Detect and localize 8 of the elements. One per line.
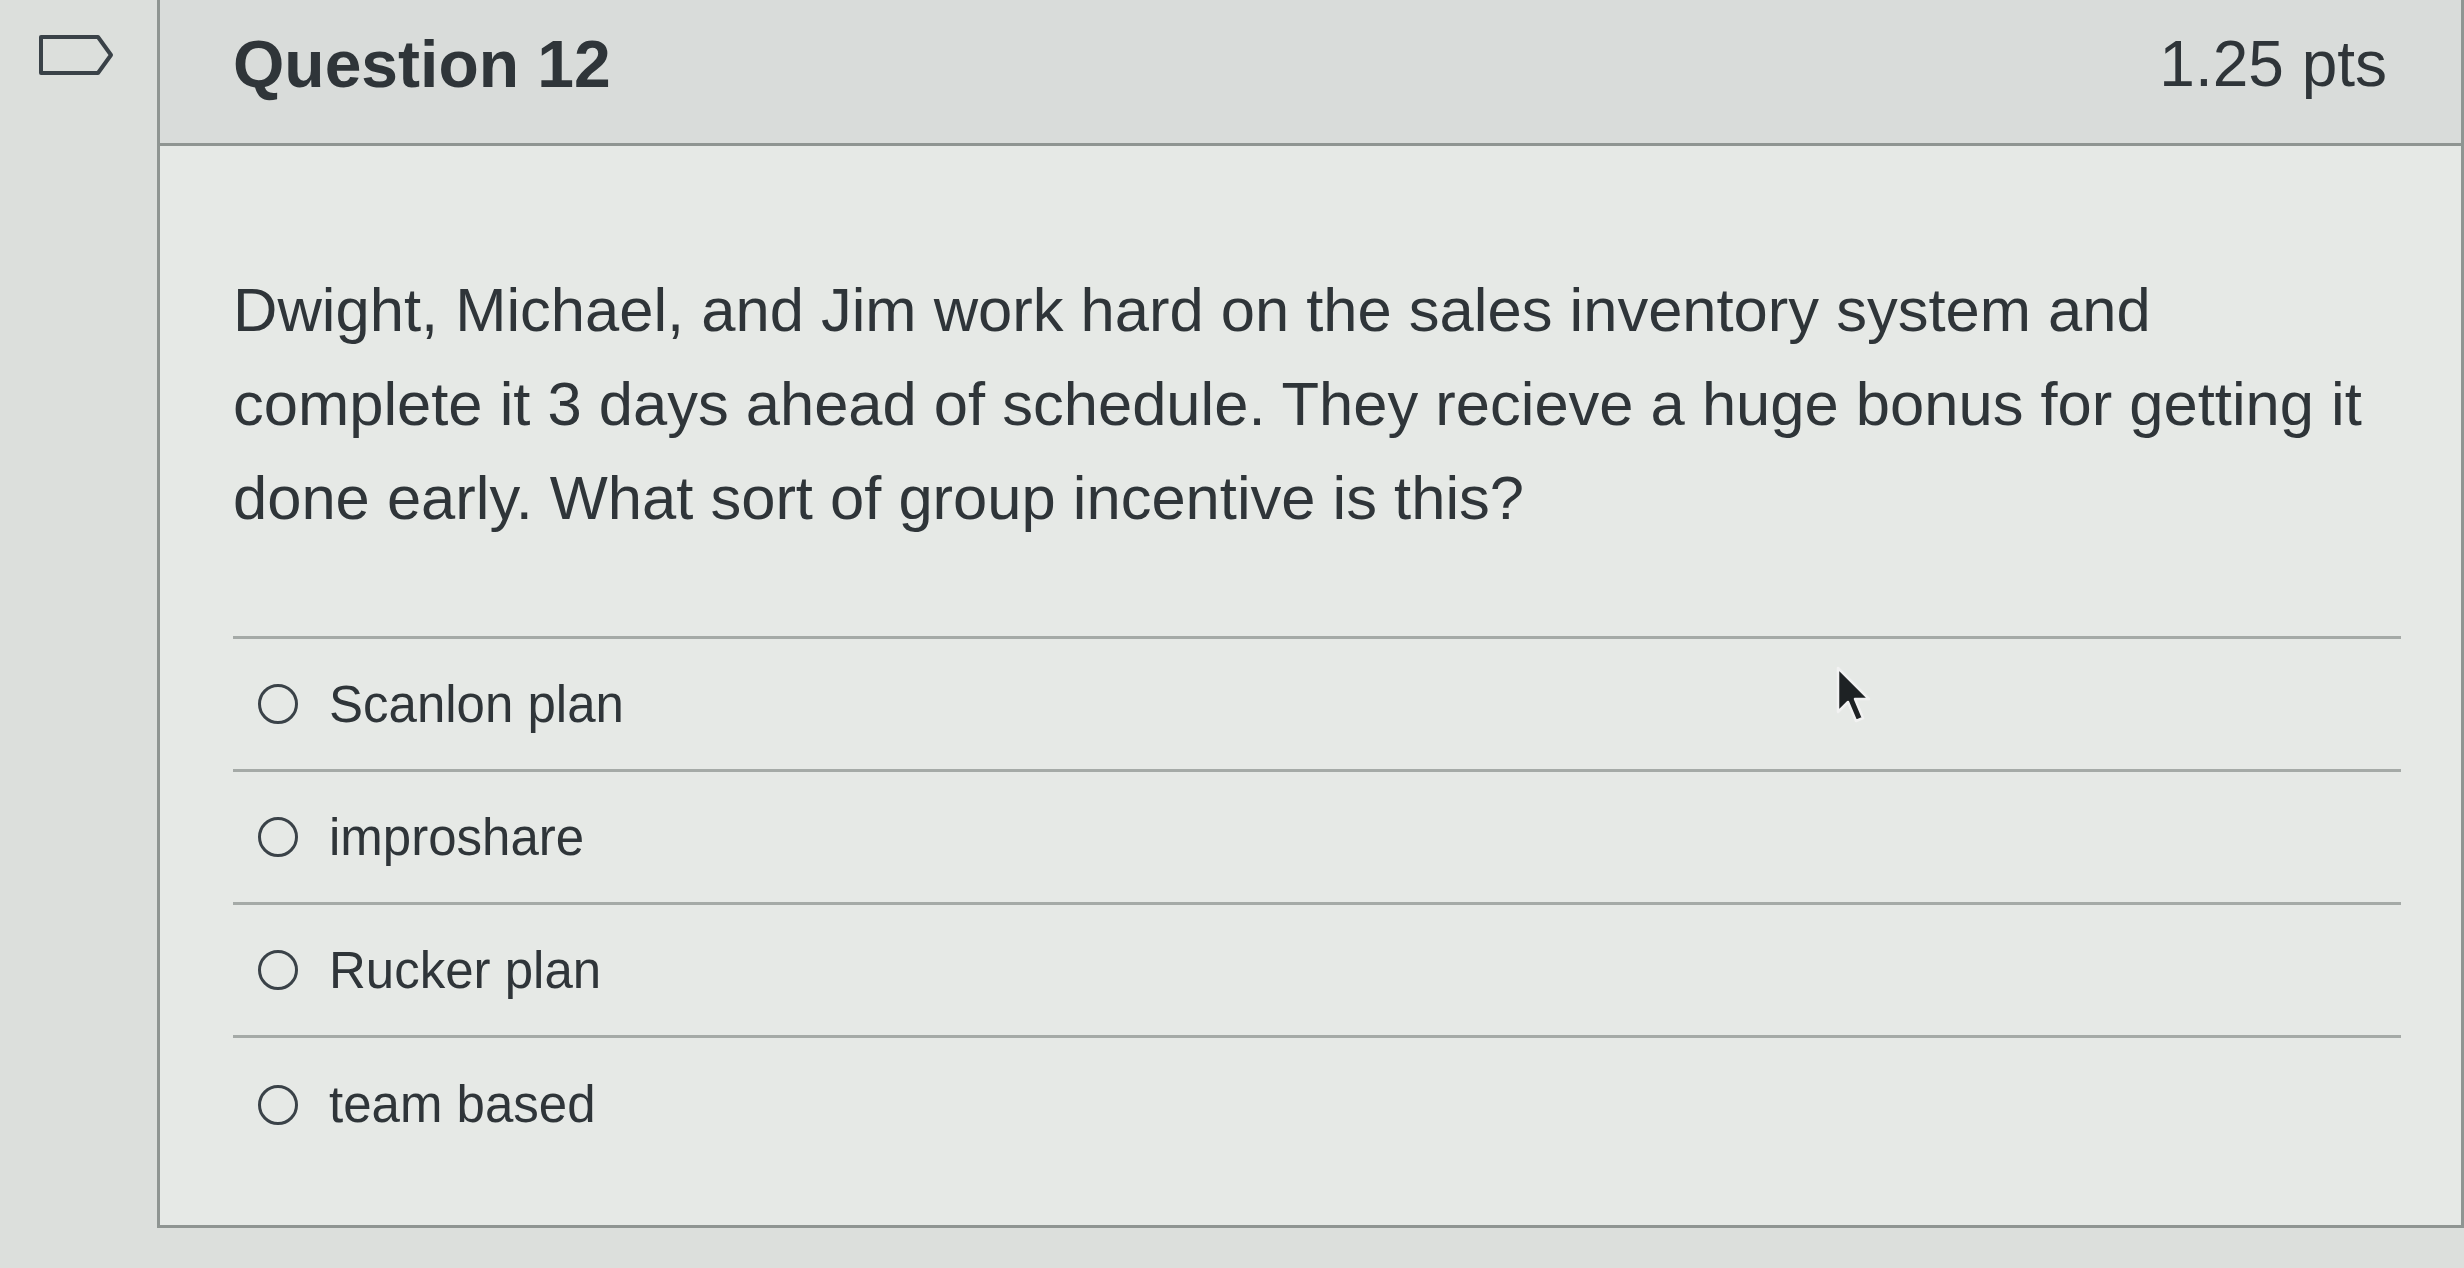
question-text: Dwight, Michael, and Jim work hard on the sales inventory system and complete it 3 days ahead of schedule. They recieve a huge bonus for getting it done early. What sort of group incentive is this?	[233, 274, 2363, 534]
tag-icon[interactable]	[38, 34, 114, 76]
radio-button[interactable]	[257, 949, 299, 991]
radio-button[interactable]	[257, 1083, 299, 1126]
radio-button[interactable]	[257, 683, 299, 725]
answer-option-label[interactable]: team based	[329, 1079, 596, 1130]
radio-button[interactable]	[257, 816, 299, 858]
mouse-pointer-icon	[1836, 666, 1872, 724]
